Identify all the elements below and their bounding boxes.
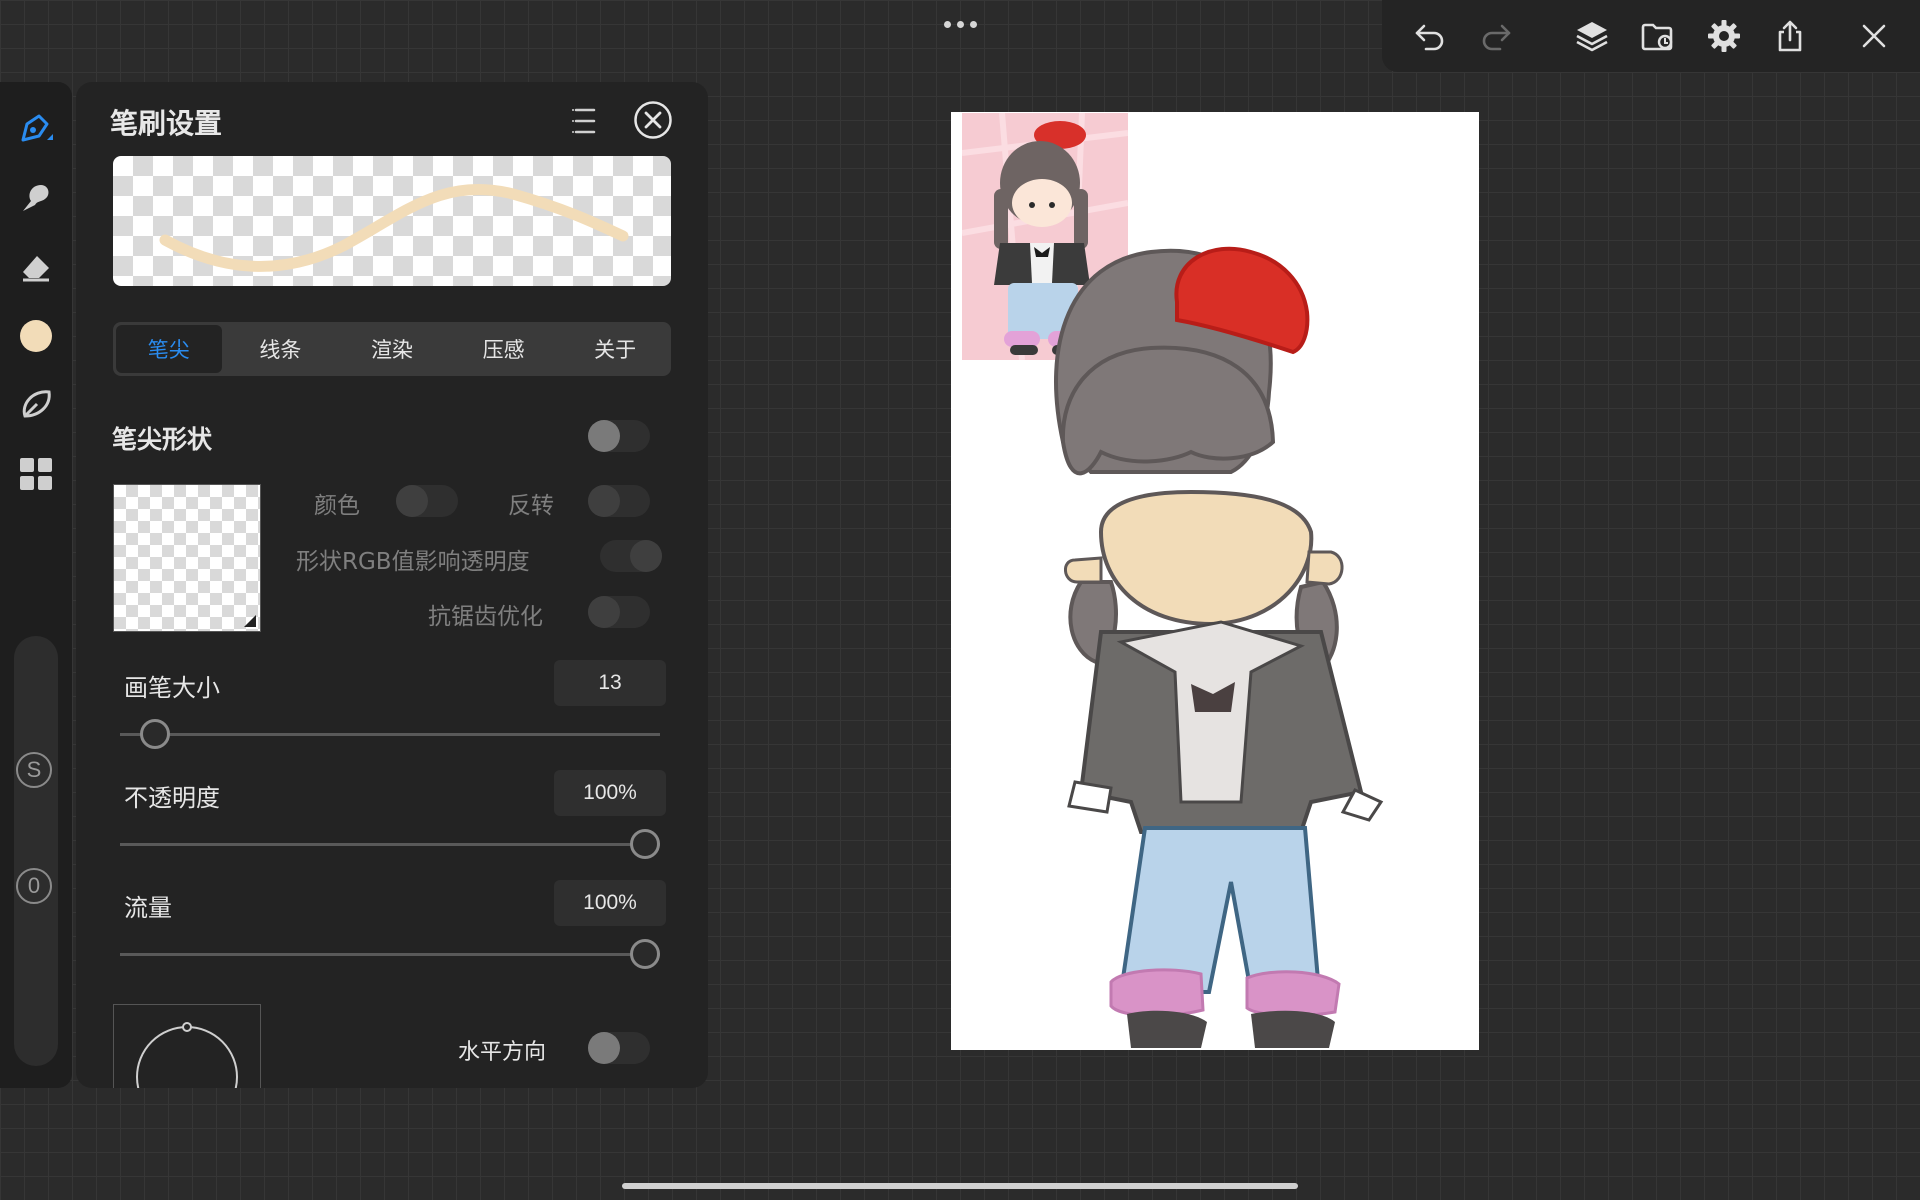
undo-icon[interactable] xyxy=(1408,14,1452,58)
top-toolbar xyxy=(1382,0,1920,72)
character-drawing xyxy=(1054,246,1384,1048)
opacity-track[interactable] xyxy=(120,843,660,846)
flow-label: 流量 xyxy=(124,894,172,922)
home-indicator[interactable] xyxy=(622,1183,1298,1189)
opacity-slider-badge[interactable]: 0 xyxy=(16,868,52,904)
brush-size-track[interactable] xyxy=(120,733,660,736)
angle-preview[interactable] xyxy=(113,1004,261,1088)
tab-pressure[interactable]: 压感 xyxy=(451,325,557,373)
tab-render[interactable]: 渲染 xyxy=(339,325,445,373)
tab-about[interactable]: 关于 xyxy=(562,325,668,373)
tip-shape-preview[interactable] xyxy=(113,484,261,632)
smudge-icon[interactable] xyxy=(14,176,58,220)
opacity-knob[interactable] xyxy=(630,829,660,859)
apps-icon[interactable] xyxy=(14,452,58,496)
antialias-toggle[interactable] xyxy=(588,596,650,628)
tip-shape-label: 笔尖形状 xyxy=(112,425,213,454)
brush-icon[interactable] xyxy=(14,107,58,151)
lasso-icon[interactable] xyxy=(14,383,58,427)
flow-track[interactable] xyxy=(120,953,660,956)
antialias-label: 抗锯齿优化 xyxy=(428,604,543,630)
brush-size-label: 画笔大小 xyxy=(124,674,220,702)
brush-size-knob[interactable] xyxy=(140,719,171,749)
invert-label: 反转 xyxy=(508,493,554,519)
more-options-handle[interactable] xyxy=(940,18,980,30)
opacity-label: 不透明度 xyxy=(124,784,220,812)
quick-slider-track[interactable] xyxy=(14,636,58,1066)
stroke-preview xyxy=(113,156,671,286)
close-icon[interactable] xyxy=(1852,14,1896,58)
drawing-canvas[interactable] xyxy=(951,112,1479,1050)
tab-stroke[interactable]: 线条 xyxy=(228,325,334,373)
share-icon[interactable] xyxy=(1768,14,1812,58)
panel-title: 笔刷设置 xyxy=(110,107,223,140)
color-label: 颜色 xyxy=(314,493,360,519)
brush-settings-panel: 笔刷设置 笔尖 线条 渲染 压感 关于 笔尖形状 颜色 反转 形状RGB值影响透… xyxy=(76,82,708,1088)
tip-shape-toggle[interactable] xyxy=(588,420,650,452)
color-toggle[interactable] xyxy=(396,485,458,517)
brush-size-value[interactable]: 13 xyxy=(554,660,666,706)
settings-icon[interactable] xyxy=(1702,14,1746,58)
redo-icon[interactable] xyxy=(1474,14,1518,58)
flow-value[interactable]: 100% xyxy=(554,880,666,926)
menu-icon[interactable] xyxy=(570,102,600,140)
tab-tip[interactable]: 笔尖 xyxy=(116,325,222,373)
size-slider-badge[interactable]: S xyxy=(16,752,52,788)
import-icon[interactable] xyxy=(1636,14,1680,58)
panel-close-icon[interactable] xyxy=(633,100,673,140)
horizontal-toggle[interactable] xyxy=(588,1032,650,1064)
rgb-opacity-toggle[interactable] xyxy=(600,540,662,572)
horizontal-label: 水平方向 xyxy=(458,1040,547,1065)
brush-tabs: 笔尖 线条 渲染 压感 关于 xyxy=(113,322,671,376)
opacity-value[interactable]: 100% xyxy=(554,770,666,816)
invert-toggle[interactable] xyxy=(588,485,650,517)
rgb-opacity-label: 形状RGB值影响透明度 xyxy=(296,549,530,575)
tool-rail: S 0 xyxy=(0,82,72,1088)
flow-knob[interactable] xyxy=(630,939,660,969)
color-swatch[interactable] xyxy=(14,314,58,358)
eraser-icon[interactable] xyxy=(14,245,58,289)
layers-icon[interactable] xyxy=(1570,14,1614,58)
